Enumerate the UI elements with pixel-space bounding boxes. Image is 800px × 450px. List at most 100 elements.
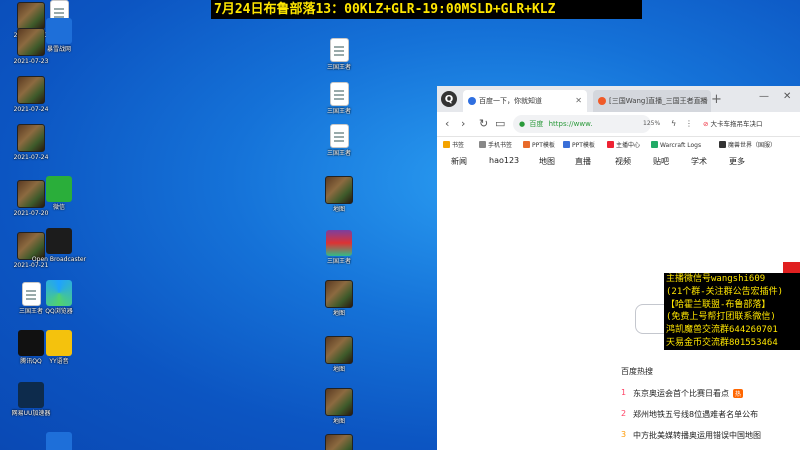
close-tab-icon[interactable]: ✕ xyxy=(575,90,582,112)
desktop-icon-label: 三国王者 xyxy=(326,150,351,157)
stream-banner: 7月24日布鲁部落13：00KLZ+GLR-19:00MSLD+GLR+KLZ xyxy=(211,0,642,19)
baidu-favicon-icon xyxy=(468,97,476,105)
nav-link[interactable]: hao123 xyxy=(489,156,519,165)
desktop-icon-doc-4[interactable]: 三国王者 xyxy=(312,124,366,157)
hot-rank: 2 xyxy=(621,409,627,418)
bookmark-item[interactable]: 书签 xyxy=(443,137,464,155)
desktop-icon-qq-browser[interactable]: QQ浏览器 xyxy=(32,280,86,315)
bookmark-icon xyxy=(651,141,658,148)
desktop-icon-doc-3[interactable]: 三国王者 xyxy=(312,82,366,115)
desktop-icon-label: 地图 xyxy=(332,310,345,317)
desktop-icon-kk[interactable] xyxy=(32,432,86,450)
desktop-background: 2021-07-2302021-07-23暴雪战网2021-07-242021-… xyxy=(0,0,800,450)
desktop-icon-wechat[interactable]: 微信 xyxy=(32,176,86,211)
desktop-icon-screenshot-4[interactable]: 2021-07-24 xyxy=(4,124,58,161)
bookmark-icon xyxy=(719,141,726,148)
desktop-icon-label: YY语音 xyxy=(49,358,69,365)
search-engine-icon: ⊘ xyxy=(703,120,709,128)
hot-search-item[interactable]: 2 郑州地铁五号线8位遇难者名单公布 xyxy=(621,409,759,420)
browser-logo-icon[interactable]: Q xyxy=(441,91,457,107)
tab-strip: Q 百度一下，你就知道 ✕ [三国Wang]直播_三国王者直播 ✕ + — ✕ xyxy=(437,86,800,112)
yy-icon xyxy=(46,330,72,356)
desktop-icon-map-1[interactable]: 地图 xyxy=(312,176,366,213)
tab-baidu[interactable]: 百度一下，你就知道 ✕ xyxy=(463,90,587,112)
map-5-icon xyxy=(325,434,353,450)
overlay-line: (21个群-关注群公告宏插件) xyxy=(666,286,784,297)
hot-search-title: 百度热搜 xyxy=(621,367,653,376)
net-tool-icon xyxy=(18,382,44,408)
nav-link[interactable]: 视频 xyxy=(615,156,631,167)
map-2-icon xyxy=(325,280,353,308)
doc-3-icon xyxy=(329,82,349,106)
bookmark-item[interactable]: PPT模板 xyxy=(563,137,595,155)
flash-icon[interactable]: ϟ xyxy=(671,116,676,132)
nav-link[interactable]: 新闻 xyxy=(451,156,467,167)
desktop-icon-label: 三国王者 xyxy=(326,64,351,71)
desktop-icon-doc-2[interactable]: 三国王者 xyxy=(312,38,366,71)
desktop-icon-label: 地图 xyxy=(332,206,345,213)
hot-rank: 1 xyxy=(621,388,627,397)
desktop-icon-screenshot-3[interactable]: 2021-07-24 xyxy=(4,76,58,113)
nav-link[interactable]: 学术 xyxy=(691,156,707,167)
desktop-icon-map-2[interactable]: 地图 xyxy=(312,280,366,317)
bookmark-item[interactable]: Warcraft Logs xyxy=(651,137,701,155)
desktop-icon-label: 2021-07-20 xyxy=(13,210,49,217)
nav-link[interactable]: 直播 xyxy=(575,156,591,167)
bookmark-item[interactable]: 魔兽世界（国服） xyxy=(719,137,776,155)
tab-live-stream[interactable]: [三国Wang]直播_三国王者直播 ✕ xyxy=(593,90,711,112)
qq-browser-icon xyxy=(46,280,72,306)
bookmark-label: 书签 xyxy=(452,142,465,149)
hot-text: 郑州地铁五号线8位遇难者名单公布 xyxy=(633,410,759,419)
bookmark-icon xyxy=(563,141,570,148)
wechat-icon xyxy=(46,176,72,202)
close-tab-icon[interactable]: ✕ xyxy=(699,90,706,112)
close-window-button[interactable]: ✕ xyxy=(783,91,791,102)
hot-text: 中方批美媒转播奥运用错误中国地图 xyxy=(633,431,761,440)
reload-icon[interactable]: ↻ xyxy=(479,116,488,132)
bookmark-item[interactable]: 手机书签 xyxy=(479,137,512,155)
overlay-line: 主播微信号wangshi609 xyxy=(666,274,766,284)
search-suggestion-text: 大卡车拖吊车决口 xyxy=(710,120,763,128)
desktop-icon-map-4[interactable]: 地图 xyxy=(312,388,366,425)
reader-icon[interactable]: ▭ xyxy=(495,116,505,132)
desktop-icon-obs[interactable]: Open Broadcaster xyxy=(32,228,86,263)
overlay-line: (免费上号帮打团联系微信) xyxy=(666,312,776,323)
url-text: https://www. xyxy=(548,120,593,128)
address-bar[interactable]: ● 百度 https://www. xyxy=(513,115,651,133)
desktop-icon-map-5[interactable] xyxy=(312,434,366,450)
bookmark-item[interactable]: 主播中心 xyxy=(607,137,640,155)
forward-icon[interactable]: › xyxy=(461,116,465,132)
minimize-button[interactable]: — xyxy=(759,91,769,102)
nav-link[interactable]: 更多 xyxy=(729,156,745,167)
red-badge xyxy=(783,262,800,273)
hot-search-item[interactable]: 3 中方批美媒转播奥运用错误中国地图 xyxy=(621,430,761,441)
back-icon[interactable]: ‹ xyxy=(445,116,449,132)
desktop-icon-net-tool[interactable]: 网易UU加速器 xyxy=(4,382,58,417)
obs-icon xyxy=(46,228,72,254)
desktop-icon-label: 地图 xyxy=(332,418,345,425)
desktop-icon-label: 网易UU加速器 xyxy=(11,410,51,417)
nav-link[interactable]: 地图 xyxy=(539,156,555,167)
tab-label: [三国Wang]直播_三国王者直播 xyxy=(609,97,708,105)
zoom-level[interactable]: 125% xyxy=(643,116,660,132)
hot-search-item[interactable]: 1 东京奥运会首个比赛日看点热 xyxy=(621,388,744,399)
hot-text: 东京奥运会首个比赛日看点 xyxy=(633,389,729,398)
screenshot-4-icon xyxy=(17,124,45,152)
hot-badge: 热 xyxy=(733,389,744,398)
bookmark-item[interactable]: PPT模板 xyxy=(523,137,555,155)
screenshot-3-icon xyxy=(17,76,45,104)
new-tab-button[interactable]: + xyxy=(711,90,722,110)
doc-2-icon xyxy=(329,38,349,62)
more-icon[interactable]: ⋮ xyxy=(685,116,693,132)
desktop-icon-label: 2021-07-23 xyxy=(13,58,49,65)
search-suggestion[interactable]: ⊘ 大卡车拖吊车决口 xyxy=(703,116,763,132)
desktop-icon-yy[interactable]: YY语音 xyxy=(32,330,86,365)
overlay-line: 天易金币交流群801553464 xyxy=(666,337,778,348)
desktop-icon-label: Open Broadcaster xyxy=(31,256,87,263)
desktop-icon-label: 三国王者 xyxy=(326,108,351,115)
desktop-icon-app-blue[interactable]: 暴雪战网 xyxy=(32,18,86,53)
desktop-icon-map-3[interactable]: 地图 xyxy=(312,336,366,373)
nav-link[interactable]: 贴吧 xyxy=(653,156,669,167)
site-name: 百度 xyxy=(529,120,544,128)
desktop-icon-winrar[interactable]: 三国王者 xyxy=(312,230,366,265)
